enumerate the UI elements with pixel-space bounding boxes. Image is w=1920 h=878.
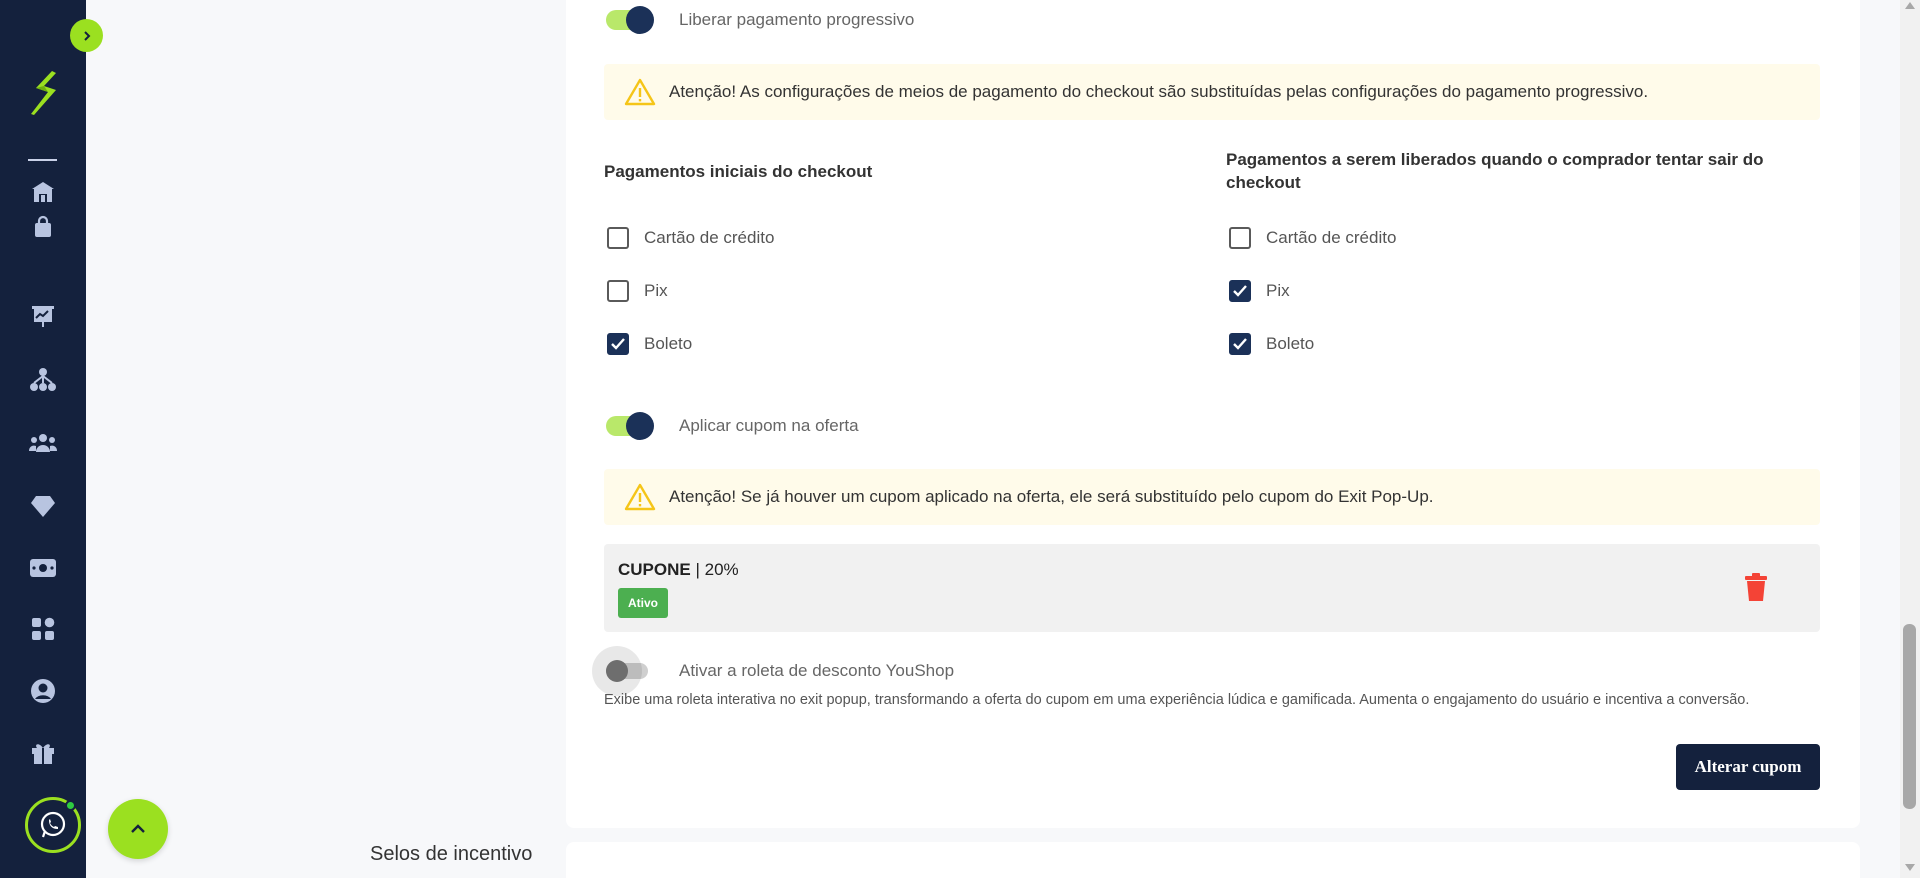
scrollbar[interactable] bbox=[1900, 0, 1920, 878]
initial-credit-card-option[interactable]: Cartão de crédito bbox=[607, 227, 774, 249]
apps-grid-icon[interactable] bbox=[27, 613, 59, 645]
sidebar bbox=[0, 0, 86, 878]
option-label: Cartão de crédito bbox=[644, 228, 775, 247]
roulette-row: Ativar a roleta de desconto YouShop bbox=[592, 646, 955, 696]
chevron-right-icon bbox=[83, 30, 90, 41]
coupon-separator: | bbox=[690, 560, 705, 579]
released-pix-checkbox[interactable] bbox=[1229, 280, 1251, 302]
released-payments-title: Pagamentos a serem liberados quando o co… bbox=[1226, 150, 1764, 192]
change-coupon-button[interactable]: Alterar cupom bbox=[1676, 744, 1820, 790]
status-badge: Ativo bbox=[618, 588, 668, 618]
released-credit-card-option[interactable]: Cartão de crédito bbox=[1229, 227, 1396, 249]
option-label: Cartão de crédito bbox=[1266, 228, 1397, 247]
home-icon[interactable] bbox=[27, 176, 59, 208]
roulette-description: Exibe uma roleta interativa no exit popu… bbox=[604, 692, 1750, 708]
checkmark-icon bbox=[1233, 285, 1247, 297]
checkmark-icon bbox=[611, 338, 625, 350]
option-label: Boleto bbox=[644, 334, 693, 353]
progressive-payment-alert: Atenção! As configurações de meios de pa… bbox=[604, 64, 1820, 120]
online-status-dot bbox=[65, 800, 76, 811]
scrollbar-thumb[interactable] bbox=[1903, 624, 1916, 809]
gift-icon[interactable] bbox=[27, 737, 59, 769]
trash-icon bbox=[1745, 573, 1767, 601]
brand-logo[interactable] bbox=[22, 68, 62, 118]
alert-text: Atenção! Se já houver um cupom aplicado … bbox=[669, 487, 1434, 506]
released-boleto-option[interactable]: Boleto bbox=[1229, 333, 1314, 355]
expand-sidebar-button[interactable] bbox=[70, 19, 103, 52]
delete-coupon-button[interactable] bbox=[1744, 572, 1768, 602]
selos-card bbox=[566, 842, 1860, 878]
option-label: Boleto bbox=[1266, 334, 1315, 353]
coupon-alert: Atenção! Se já houver um cupom aplicado … bbox=[604, 469, 1820, 525]
initial-boleto-checkbox[interactable] bbox=[607, 333, 629, 355]
apply-coupon-label: Aplicar cupom na oferta bbox=[679, 416, 859, 435]
diamond-icon[interactable] bbox=[27, 490, 59, 522]
initial-pix-option[interactable]: Pix bbox=[607, 280, 668, 302]
scroll-down-arrow-icon[interactable] bbox=[1905, 864, 1915, 871]
progressive-payment-label: Liberar pagamento progressivo bbox=[679, 10, 915, 29]
coupon-card: CUPONE | 20% Ativo bbox=[604, 544, 1820, 632]
users-group-icon[interactable] bbox=[27, 427, 59, 459]
coupon-summary: CUPONE | 20% bbox=[618, 560, 739, 580]
progressive-payment-row: Liberar pagamento progressivo bbox=[606, 6, 915, 34]
roulette-label: Ativar a roleta de desconto YouShop bbox=[679, 661, 955, 680]
user-circle-icon[interactable] bbox=[27, 675, 59, 707]
released-credit-card-checkbox[interactable] bbox=[1229, 227, 1251, 249]
warning-icon bbox=[624, 483, 656, 511]
whatsapp-button[interactable] bbox=[25, 797, 81, 853]
option-label: Pix bbox=[644, 281, 668, 300]
initial-payments-title: Pagamentos iniciais do checkout bbox=[604, 162, 873, 181]
scroll-up-arrow-icon[interactable] bbox=[1905, 2, 1915, 9]
initial-boleto-option[interactable]: Boleto bbox=[607, 333, 692, 355]
alert-text: Atenção! As configurações de meios de pa… bbox=[669, 82, 1649, 101]
network-icon[interactable] bbox=[27, 364, 59, 396]
option-label: Pix bbox=[1266, 281, 1290, 300]
chevron-up-icon bbox=[131, 824, 145, 833]
roulette-toggle[interactable] bbox=[592, 646, 648, 696]
presentation-chart-icon[interactable] bbox=[27, 300, 59, 332]
released-pix-option[interactable]: Pix bbox=[1229, 280, 1290, 302]
apply-coupon-toggle[interactable] bbox=[606, 412, 654, 440]
initial-credit-card-checkbox[interactable] bbox=[607, 227, 629, 249]
money-icon[interactable] bbox=[27, 552, 59, 584]
apply-coupon-row: Aplicar cupom na oferta bbox=[606, 412, 859, 440]
coupon-discount: 20% bbox=[704, 560, 739, 579]
initial-pix-checkbox[interactable] bbox=[607, 280, 629, 302]
checkmark-icon bbox=[1233, 338, 1247, 350]
released-boleto-checkbox[interactable] bbox=[1229, 333, 1251, 355]
sidebar-divider bbox=[28, 159, 57, 161]
shopping-bag-icon[interactable] bbox=[27, 211, 59, 243]
coupon-code: CUPONE bbox=[618, 560, 691, 579]
warning-icon bbox=[624, 78, 656, 106]
section-title-selos: Selos de incentivo bbox=[370, 843, 533, 865]
scroll-to-top-button[interactable] bbox=[108, 799, 168, 859]
progressive-payment-toggle[interactable] bbox=[606, 6, 654, 34]
